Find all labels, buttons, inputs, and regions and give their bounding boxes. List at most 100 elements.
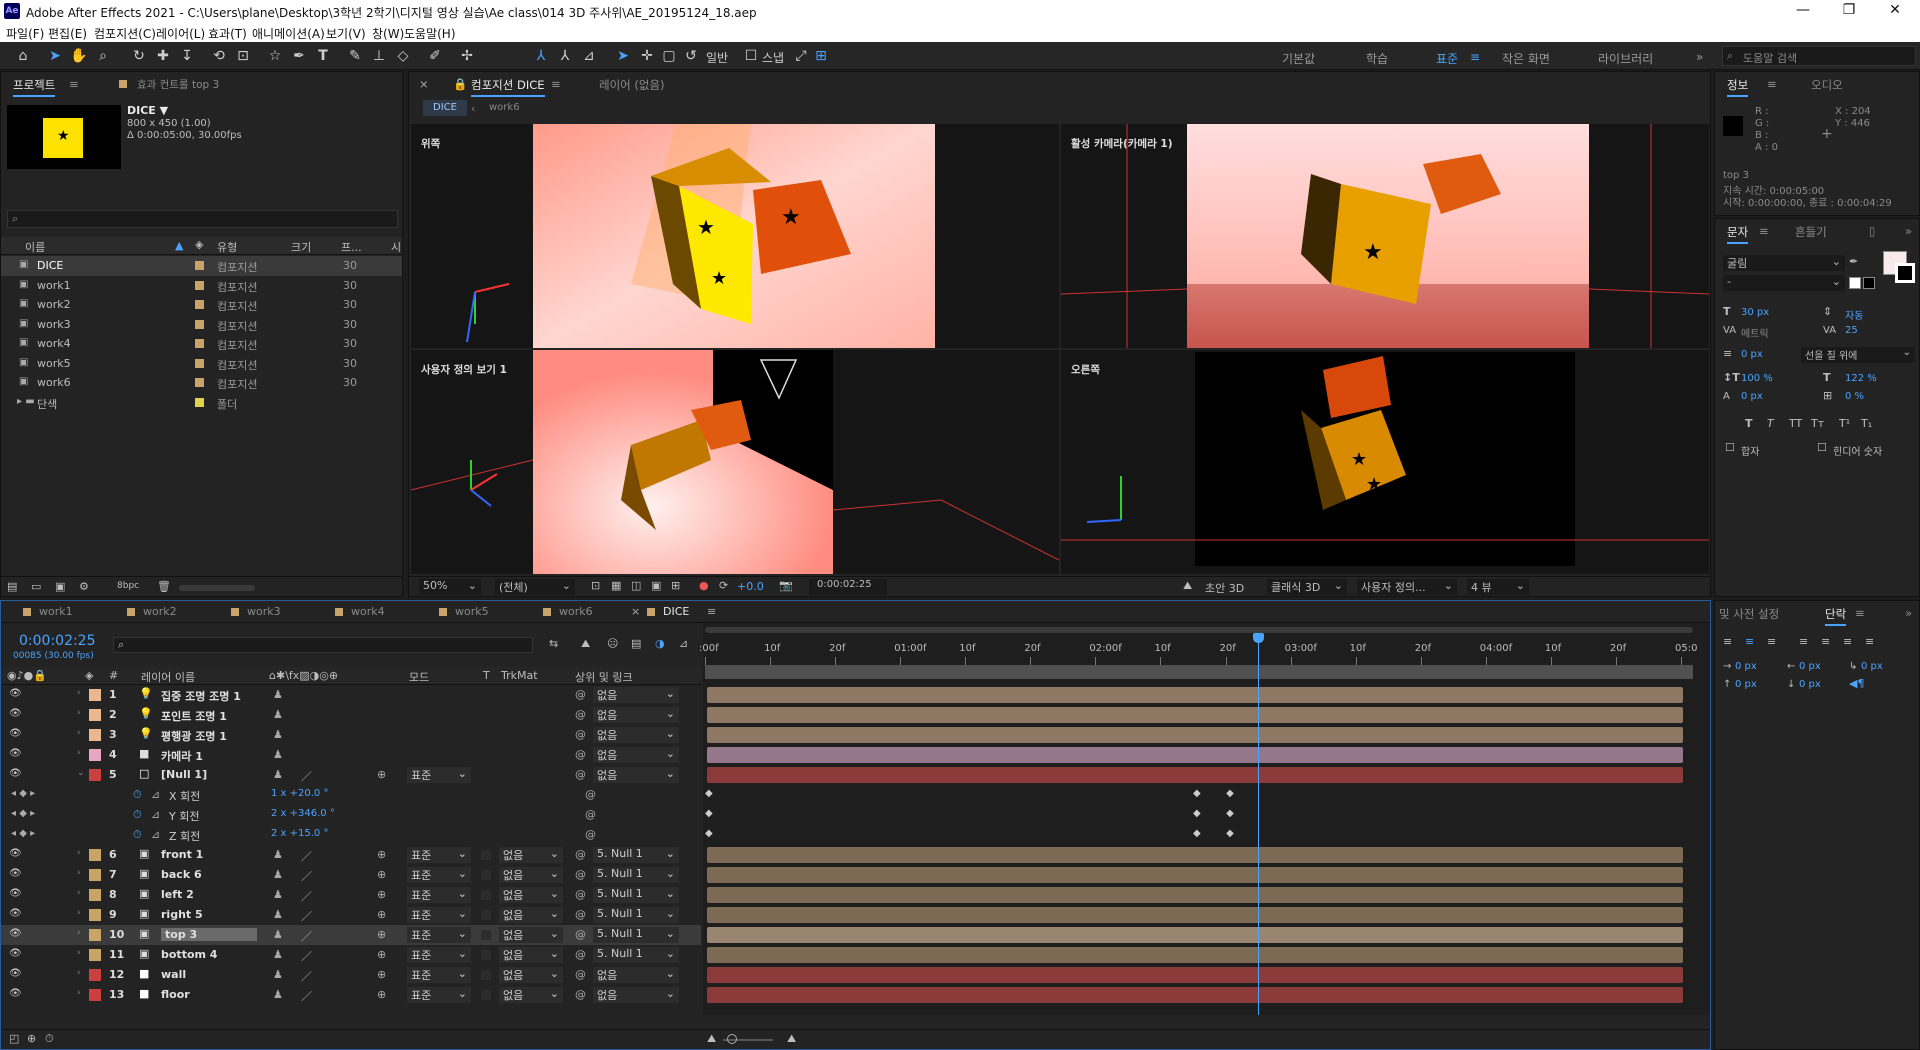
project-item[interactable]: ▣ work6 컴포지션 30 <box>1 373 402 393</box>
preserve-transparency-checkbox[interactable] <box>481 930 491 940</box>
pick-whip-icon[interactable]: @ <box>575 748 586 761</box>
puppet-tool-icon[interactable]: ✢ <box>458 47 476 65</box>
shy-switch-icon[interactable]: ♟ <box>273 868 283 881</box>
keyframe-icon[interactable]: ◆ <box>705 788 713 799</box>
tab-effects-presets[interactable]: 및 사전 설정 <box>1719 606 1779 622</box>
settings-icon[interactable]: ⚙ <box>79 580 89 593</box>
layer-label-swatch[interactable] <box>89 749 101 761</box>
new-folder-icon[interactable]: ▭ <box>31 580 41 593</box>
vertical-scale-value[interactable]: 100 % <box>1741 373 1773 384</box>
graph-editor-icon[interactable]: ⊿ <box>679 637 688 650</box>
indent-left-value[interactable]: 0 px <box>1735 661 1757 672</box>
zoom-select[interactable]: 50% ⌄ <box>419 579 481 595</box>
3d-layer-switch-icon[interactable]: ⊕ <box>377 868 386 881</box>
tab-effect-controls[interactable]: 효과 컨트롤 top 3 <box>137 77 219 92</box>
pick-whip-icon[interactable]: @ <box>575 868 586 881</box>
timeline-tab-work2[interactable]: work2 <box>143 605 177 618</box>
region-of-interest-icon[interactable]: ▣ <box>651 579 661 592</box>
justify-right-icon[interactable]: ≡ <box>1843 635 1852 648</box>
keyframe-icon[interactable]: ◆ <box>1193 828 1201 839</box>
parent-select[interactable]: 5. Null 1 ⌄ <box>593 887 679 903</box>
pen-tool-icon[interactable]: ✒ <box>290 47 308 65</box>
layer-row[interactable]: 👁 › 6 ▣ front 1 ♟ ／ ⊕ 표준 ⌄ 없음 ⌄ @5. Null 1 ⌄ <box>1 845 701 865</box>
more-panels-icon[interactable]: » <box>1905 224 1912 238</box>
eyedropper-icon[interactable]: ✒ <box>1849 255 1858 268</box>
layer-duration-bar[interactable] <box>707 847 1683 863</box>
label-color-swatch[interactable] <box>195 280 204 290</box>
twirl-arrow-icon[interactable]: › <box>77 708 81 718</box>
twirl-arrow-icon[interactable]: › <box>77 868 81 878</box>
hindi-digits-checkbox[interactable]: ☐ <box>1817 441 1827 454</box>
mode-select[interactable]: 표준 ⌄ <box>407 767 471 783</box>
resolution-select[interactable]: (전체) ⌄ <box>495 579 575 595</box>
keyframe-navigator-icon[interactable]: ◂ ◆ ▸ <box>11 808 35 819</box>
project-item[interactable]: ▣ DICE 컴포지션 30 <box>1 256 402 276</box>
keyframe-icon[interactable]: ◆ <box>705 808 713 819</box>
timeline-tab-menu-icon[interactable]: ≡ <box>707 605 716 618</box>
align-mode-label[interactable]: 일반 <box>706 49 728 66</box>
timeline-current-time[interactable]: 0:00:02:25 <box>19 633 96 649</box>
stroke-color-swatch[interactable] <box>1895 263 1915 283</box>
graph-icon[interactable]: ⊿ <box>151 808 160 821</box>
twirl-arrow-icon[interactable]: › <box>77 948 81 958</box>
quality-switch-icon[interactable]: ／ <box>301 868 312 884</box>
motion-blur-icon[interactable]: ◑ <box>655 637 665 650</box>
snap-checkbox[interactable]: ☐ <box>742 47 760 65</box>
panel-menu-icon[interactable]: ≡ <box>69 77 79 91</box>
layer-label-swatch[interactable] <box>89 909 101 921</box>
parent-select[interactable]: 없음 ⌄ <box>593 967 679 983</box>
layer-label-swatch[interactable] <box>89 729 101 741</box>
eye-icon[interactable]: 👁 <box>9 968 22 979</box>
maximize-icon[interactable]: ❐ <box>1826 2 1872 18</box>
transparency-grid-icon[interactable]: ▦ <box>611 579 621 592</box>
mask-visibility-icon[interactable]: ◫ <box>631 579 641 592</box>
menu-animation[interactable]: 애니메이션(A) <box>252 25 325 42</box>
pick-whip-icon[interactable]: @ <box>575 728 586 741</box>
all-caps-button[interactable]: TT <box>1789 417 1802 430</box>
stroke-width-value[interactable]: 0 px <box>1741 349 1763 360</box>
time-ruler[interactable]: :00f 10f 20f 01:00f 10f 20f 02:00f 10f 20f 03:00f… <box>699 635 1710 665</box>
layer-label-swatch[interactable] <box>89 889 101 901</box>
twirl-arrow-icon[interactable]: › <box>77 848 81 858</box>
parent-select[interactable]: 없음 ⌄ <box>593 747 679 763</box>
space-before-value[interactable]: 0 px <box>1735 679 1757 690</box>
layer-label-swatch[interactable] <box>89 689 101 701</box>
preserve-transparency-checkbox[interactable] <box>481 850 491 860</box>
minimize-icon[interactable]: — <box>1780 2 1826 18</box>
layer-label-swatch[interactable] <box>89 869 101 881</box>
draft-3d-icon[interactable]: ⛰ <box>1183 579 1192 593</box>
layer-name[interactable]: 집중 조명 조명 1 <box>161 688 241 704</box>
quality-switch-icon[interactable]: ／ <box>301 848 312 864</box>
interpret-footage-icon[interactable]: ▤ <box>7 580 17 593</box>
preserve-transparency-checkbox[interactable] <box>481 990 491 1000</box>
col-size[interactable]: 크기 <box>291 239 311 255</box>
layer-label-swatch[interactable] <box>89 929 101 941</box>
horizontal-scale-value[interactable]: 122 % <box>1845 373 1877 384</box>
timeline-tab-work1[interactable]: work1 <box>39 605 73 618</box>
layer-name[interactable]: 평행광 조명 1 <box>161 728 227 744</box>
timeline-tab-work4[interactable]: work4 <box>351 605 385 618</box>
layer-label-swatch[interactable] <box>89 969 101 981</box>
label-color-swatch[interactable] <box>195 397 204 407</box>
character-menu-icon[interactable]: ≡ <box>1759 224 1769 238</box>
twirl-arrow-icon[interactable]: › <box>77 988 81 998</box>
layer-name[interactable]: [Null 1] <box>161 768 207 781</box>
zoom-tool-icon[interactable]: ⌕ <box>94 47 112 65</box>
shy-switch-icon[interactable]: ♟ <box>273 708 283 721</box>
layer-label-swatch[interactable] <box>89 949 101 961</box>
eye-icon[interactable]: 👁 <box>9 748 22 759</box>
menu-edit[interactable]: 편집(E) <box>48 25 87 42</box>
mode-select[interactable]: 표준 ⌄ <box>407 987 471 1003</box>
exposure-value[interactable]: +0.0 <box>737 580 764 593</box>
layer-label-swatch[interactable] <box>89 849 101 861</box>
orbit-tool-icon[interactable]: ↻ <box>130 47 148 65</box>
toggle-switches-icon[interactable]: ◰ <box>9 1032 19 1045</box>
timeline-tab-work6[interactable]: work6 <box>559 605 593 618</box>
keyframe-icon[interactable]: ◆ <box>1226 828 1234 839</box>
3d-layer-switch-icon[interactable]: ⊕ <box>377 908 386 921</box>
col-type[interactable]: 유형 <box>217 239 237 255</box>
label-color-swatch[interactable] <box>195 339 204 348</box>
work-area-navigator[interactable] <box>705 627 1693 633</box>
twirl-arrow-icon[interactable]: › <box>77 928 81 938</box>
parent-select[interactable]: 없음 ⌄ <box>593 767 679 783</box>
